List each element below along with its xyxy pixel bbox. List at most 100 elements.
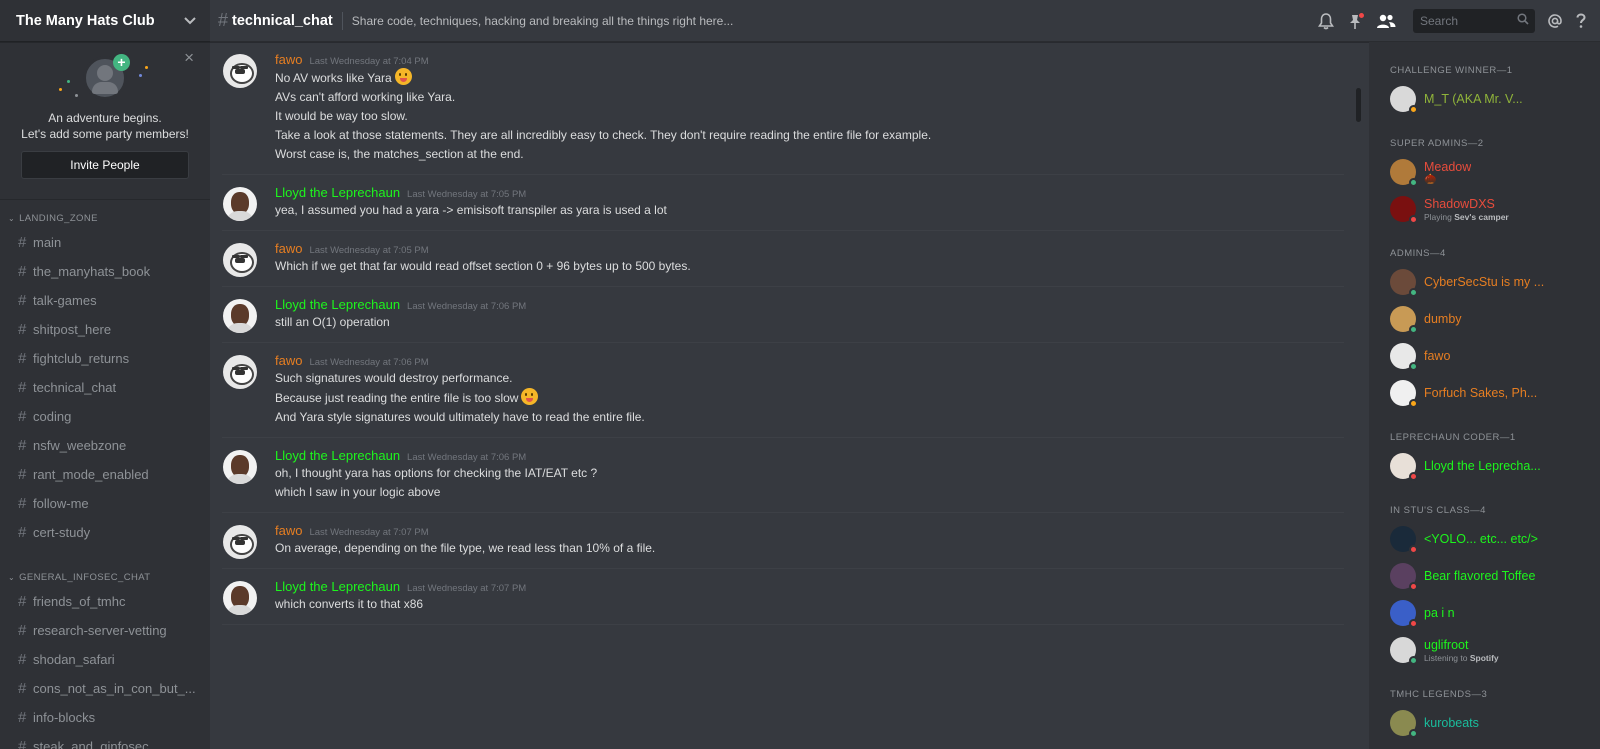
avatar [1390,196,1418,224]
channel-item[interactable]: # shodan_safari [0,645,210,674]
member-item[interactable]: kurobeats [1390,706,1600,740]
member-item[interactable]: ShadowDXS Playing Sev's camper [1390,192,1600,226]
role-header: TMHC LEGENDS—3 [1390,689,1488,700]
avatar [1390,159,1418,187]
member-item[interactable]: uglifroot Listening to Spotify [1390,633,1600,667]
message-line-text: It would be way too slow. [275,109,408,123]
message-group: fawo Last Wednesday at 7:06 PM Such signat… [222,343,1344,438]
avatar [1390,343,1418,371]
avatar[interactable] [223,450,257,484]
status-indicator [1409,656,1418,665]
avatar [1390,453,1418,481]
avatar[interactable] [223,581,257,615]
member-list: CHALLENGE WINNER—1 M_T (AKA Mr. V... SUPER… [1369,42,1600,749]
message-line-text: Which if we get that far would read offs… [275,259,691,273]
pin-icon[interactable] [1347,11,1365,30]
channel-name: info-blocks [33,710,96,725]
hash-icon: # [18,466,27,483]
scrollbar-thumb[interactable] [1356,88,1361,122]
stuck-out-tongue-emoji-icon [521,388,539,405]
avatar [1390,380,1418,408]
channel-item[interactable]: # follow-me [0,489,210,518]
status-indicator [1409,178,1418,187]
category-name: LANDING_ZONE [19,212,98,224]
message-author[interactable]: fawo [275,523,302,538]
member-name: dumby [1424,312,1462,326]
message-author[interactable]: Lloyd the Leprechaun [275,185,400,200]
message-timestamp: Last Wednesday at 7:05 PM [407,189,527,200]
channel-item[interactable]: # shitpost_here [0,315,210,344]
category-name: GENERAL_INFOSEC_CHAT [19,571,151,583]
message-author[interactable]: Lloyd the Leprechaun [275,579,400,594]
member-item[interactable]: dumby [1390,302,1600,336]
channel-item[interactable]: # info-blocks [0,703,210,732]
message-scrollbar[interactable] [1355,42,1363,719]
hash-icon: # [18,680,27,697]
server-header[interactable]: The Many Hats Club [0,0,210,42]
member-item[interactable]: fawo [1390,339,1600,373]
channel-item[interactable]: # steak_and_ginfosec [0,732,210,749]
channel-item[interactable]: # coding [0,402,210,431]
member-item[interactable]: M_T (AKA Mr. V... [1390,82,1600,116]
message-group: fawo Last Wednesday at 7:04 PM No AV works… [222,42,1344,175]
member-item[interactable]: Forfuch Sakes, Ph... [1390,376,1600,410]
message-author[interactable]: Lloyd the Leprechaun [275,448,400,463]
hash-icon: # [18,593,27,610]
chevron-down-icon[interactable] [184,13,196,28]
channel-sidebar: The Many Hats Club × + An adventure begi… [0,0,210,749]
message-timestamp: Last Wednesday at 7:07 PM [407,583,527,594]
bell-icon[interactable] [1318,12,1334,30]
mentions-icon[interactable] [1547,13,1563,29]
search-box[interactable] [1413,9,1535,33]
message-author[interactable]: fawo [275,353,302,368]
close-icon[interactable]: × [184,48,194,68]
role-header: ADMINS—4 [1390,248,1446,259]
channel-item[interactable]: # fightclub_returns [0,344,210,373]
hash-icon: # [18,379,27,396]
message-author[interactable]: Lloyd the Leprechaun [275,297,400,312]
message-line-text: Worst case is, the matches_section at th… [275,147,524,161]
avatar [1390,86,1418,114]
channel-item[interactable]: # technical_chat [0,373,210,402]
channel-item[interactable]: # cons_not_as_in_con_but_... [0,674,210,703]
member-item[interactable]: <YOLO... etc... etc/> [1390,522,1600,556]
message-text: No AV works like Yara [275,68,1344,88]
avatar[interactable] [223,187,257,221]
help-icon[interactable] [1576,13,1586,29]
member-item[interactable]: Bear flavored Toffee [1390,559,1600,593]
member-item[interactable]: Lloyd the Leprecha... [1390,449,1600,483]
channel-item[interactable]: # research-server-vetting [0,616,210,645]
message-author[interactable]: fawo [275,241,302,256]
avatar[interactable] [223,299,257,333]
stuck-out-tongue-emoji-icon [394,68,412,85]
member-item[interactable]: pa i n [1390,596,1600,630]
channel-item[interactable]: # the_manyhats_book [0,257,210,286]
channel-item[interactable]: # main [0,228,210,257]
channel-item[interactable]: # rant_mode_enabled [0,460,210,489]
category-header[interactable]: ⌄ LANDING_ZONE [0,208,210,228]
channel-item[interactable]: # talk-games [0,286,210,315]
message-list[interactable]: fawo Last Wednesday at 7:04 PM No AV works… [210,42,1360,749]
avatar[interactable] [223,355,257,389]
avatar [1390,306,1418,334]
avatar[interactable] [223,54,257,88]
channel-item[interactable]: # cert-study [0,518,210,547]
invite-people-button[interactable]: Invite People [21,151,189,179]
channel-item[interactable]: # friends_of_tmhc [0,587,210,616]
category-header[interactable]: ⌄ GENERAL_INFOSEC_CHAT [0,567,210,587]
avatar[interactable] [223,243,257,277]
message-text: Worst case is, the matches_section at th… [275,145,1344,164]
message-line-text: still an O(1) operation [275,315,390,329]
message-line-text: No AV works like Yara [275,71,392,85]
channel-item[interactable]: # nsfw_weebzone [0,431,210,460]
message-timestamp: Last Wednesday at 7:06 PM [407,452,527,463]
member-item[interactable]: CyberSecStu is my ... [1390,265,1600,299]
message-author[interactable]: fawo [275,52,302,67]
message-group: Lloyd the Leprechaun Last Wednesday at 7:… [222,438,1344,513]
member-item[interactable]: Meadow 🌰 [1390,155,1600,189]
channel-name: technical_chat [33,380,117,395]
avatar[interactable] [223,525,257,559]
message-group: Lloyd the Leprechaun Last Wednesday at 7:… [222,287,1344,343]
member-list-icon[interactable] [1376,13,1396,29]
search-input[interactable] [1420,14,1510,28]
